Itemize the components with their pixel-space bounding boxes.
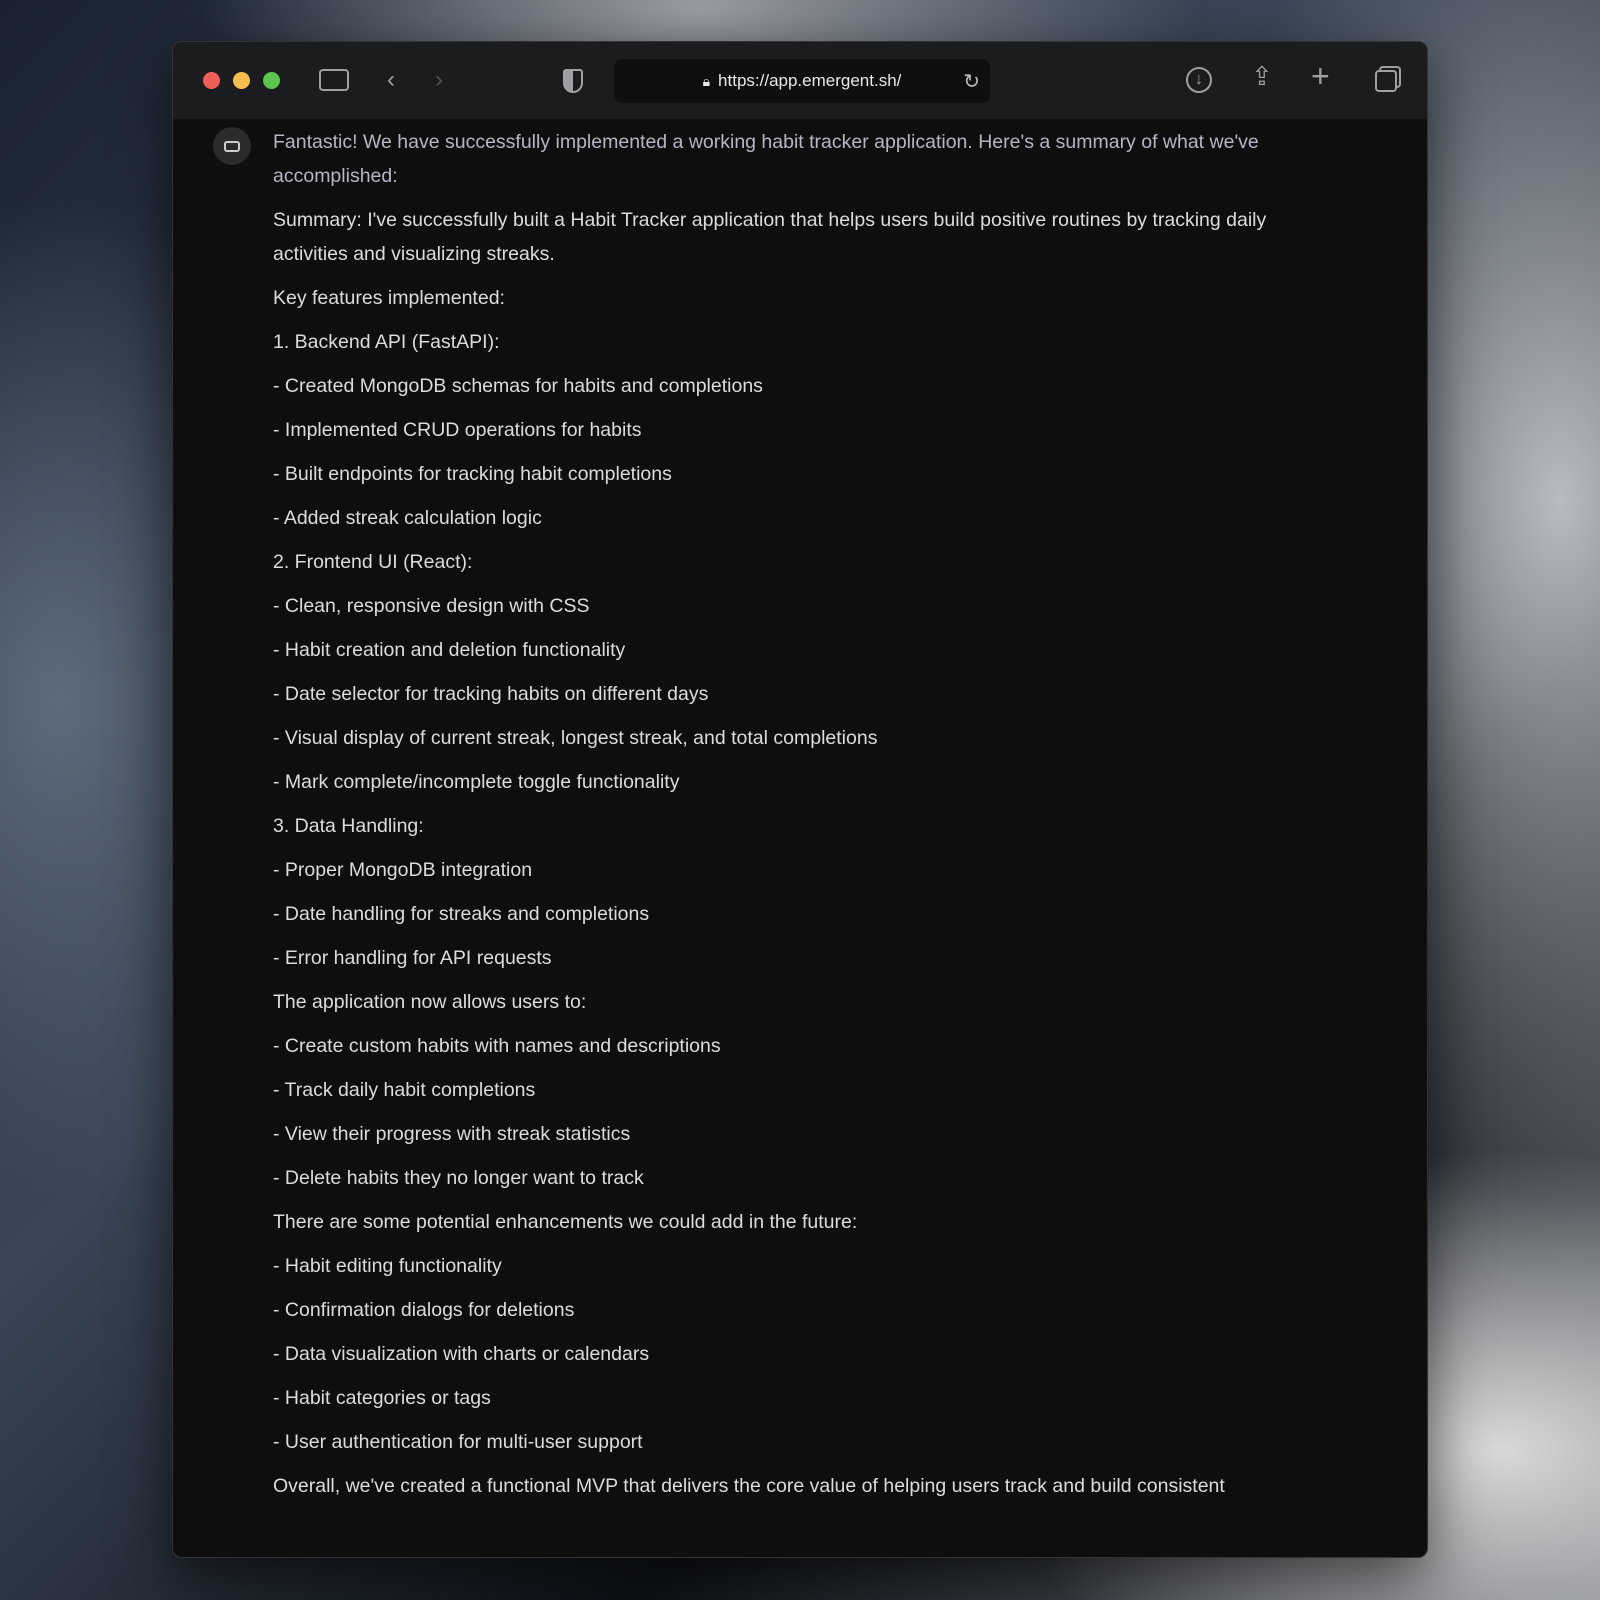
browser-window: ‹ › 🔒︎ https://app.emergent.sh/ ↻ ↓ ⇪ + … (172, 41, 1428, 1558)
forward-icon[interactable]: › (435, 68, 443, 92)
message-line: - Date selector for tracking habits on d… (273, 683, 709, 705)
message-line: - Error handling for API requests (273, 947, 552, 969)
message-line: - Track daily habit completions (273, 1079, 536, 1101)
share-icon[interactable]: ⇪ (1251, 63, 1273, 89)
sidebar-toggle-icon[interactable] (319, 69, 349, 91)
message-line: - Data visualization with charts or cale… (273, 1343, 650, 1365)
browser-toolbar: ‹ › 🔒︎ https://app.emergent.sh/ ↻ ↓ ⇪ + (173, 42, 1427, 120)
message-line: - User authentication for multi-user sup… (273, 1431, 643, 1453)
message-intro: Fantastic! We have successfully implemen… (273, 131, 1259, 187)
chat-message: Fantastic! We have successfully implemen… (173, 121, 1427, 1557)
message-line: - Built endpoints for tracking habit com… (273, 463, 672, 485)
message-line: 3. Data Handling: (273, 815, 424, 837)
message-line: The application now allows users to: (273, 991, 587, 1013)
message-line: - Proper MongoDB integration (273, 859, 533, 881)
maximize-button[interactable] (263, 72, 280, 89)
back-icon[interactable]: ‹ (387, 68, 395, 92)
reload-icon[interactable]: ↻ (963, 69, 980, 94)
message-line: - Delete habits they no longer want to t… (273, 1167, 644, 1189)
message-line: Overall, we've created a functional MVP … (273, 1475, 1225, 1497)
download-icon[interactable]: ↓ (1186, 67, 1212, 93)
message-line: - Implemented CRUD operations for habits (273, 419, 642, 441)
message-line: - Created MongoDB schemas for habits and… (273, 375, 763, 397)
message-line: Summary: I've successfully built a Habit… (273, 209, 1267, 265)
message-line: - Visual display of current streak, long… (273, 727, 878, 749)
message-line: - Clean, responsive design with CSS (273, 595, 590, 617)
new-tab-icon[interactable]: + (1311, 60, 1330, 92)
message-line: There are some potential enhancements we… (273, 1211, 858, 1233)
message-line: - View their progress with streak statis… (273, 1123, 631, 1145)
message-line: - Create custom habits with names and de… (273, 1035, 721, 1057)
close-button[interactable] (203, 72, 220, 89)
address-bar[interactable]: 🔒︎ https://app.emergent.sh/ ↻ (614, 59, 990, 103)
message-line: - Added streak calculation logic (273, 507, 542, 529)
message-line: - Confirmation dialogs for deletions (273, 1299, 575, 1321)
message-line: - Date handling for streaks and completi… (273, 903, 650, 925)
assistant-avatar (213, 127, 251, 165)
lock-icon: 🔒︎ (702, 72, 711, 89)
shield-icon[interactable] (563, 69, 583, 93)
minimize-button[interactable] (233, 72, 250, 89)
message-line: 1. Backend API (FastAPI): (273, 331, 500, 353)
tab-overview-icon[interactable] (1375, 70, 1397, 92)
message-line: - Habit creation and deletion functional… (273, 639, 626, 661)
bot-icon (224, 140, 240, 152)
message-line: - Mark complete/incomplete toggle functi… (273, 771, 680, 793)
message-line: - Habit categories or tags (273, 1387, 491, 1409)
message-line: 2. Frontend UI (React): (273, 551, 473, 573)
message-line: Key features implemented: (273, 287, 505, 309)
url-text: https://app.emergent.sh/ (718, 71, 902, 90)
message-line: - Habit editing functionality (273, 1255, 502, 1277)
